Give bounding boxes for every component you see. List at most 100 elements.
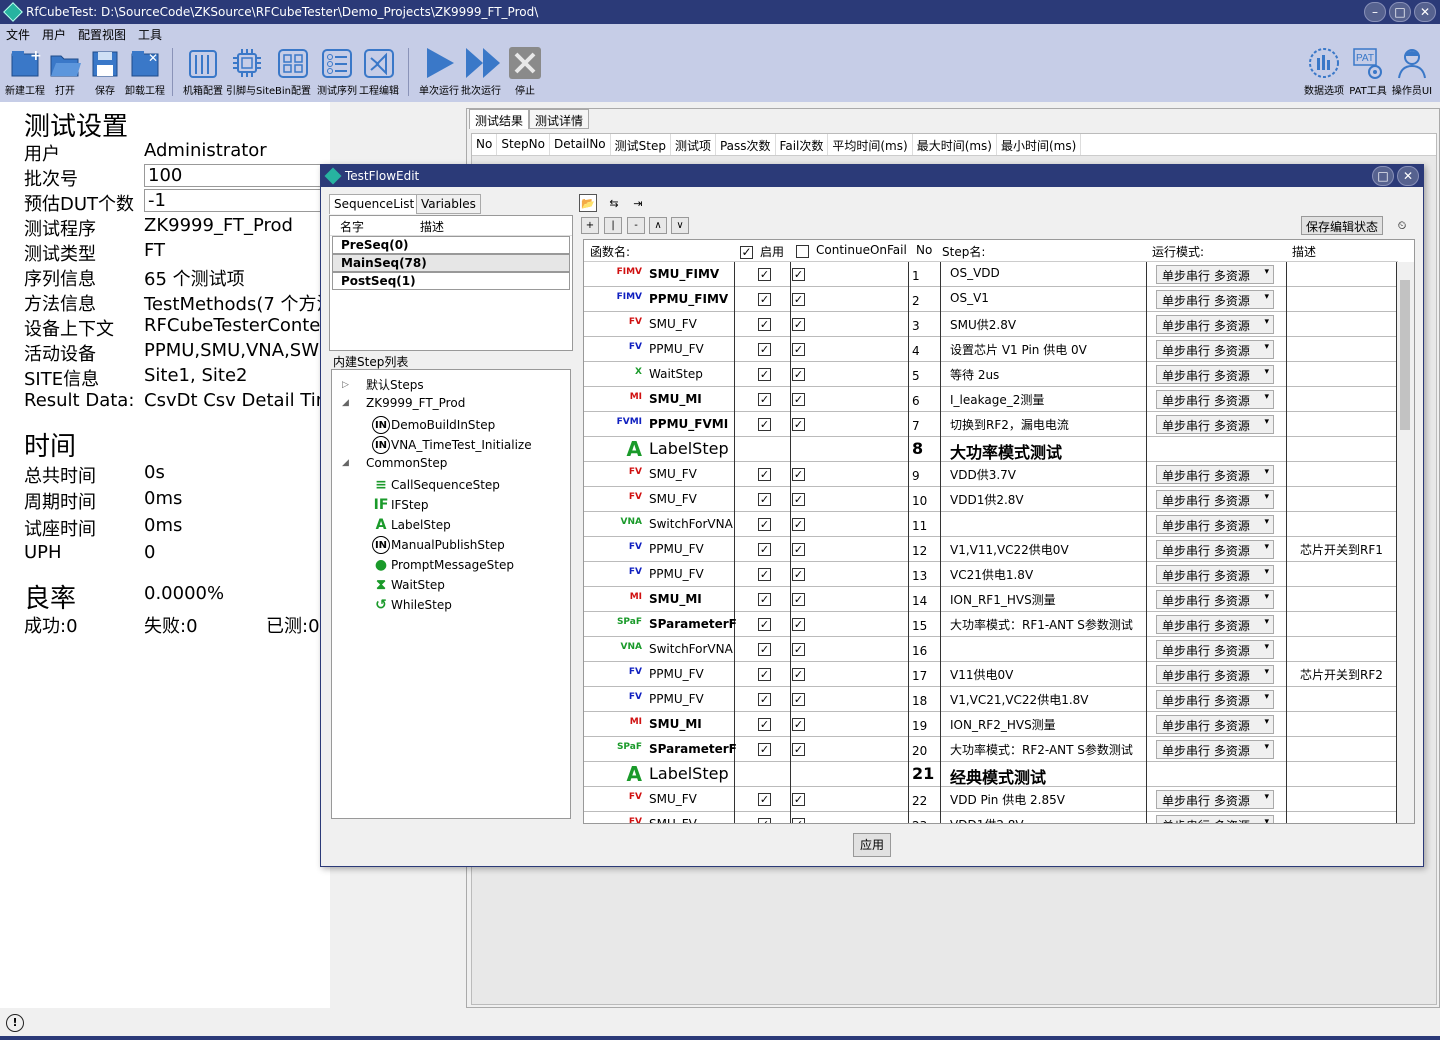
results-col-6[interactable]: Fail次数 bbox=[776, 134, 829, 155]
enable-checkbox[interactable]: ✓ bbox=[758, 493, 771, 506]
continue-on-fail-checkbox[interactable]: ✓ bbox=[792, 593, 805, 606]
close-button[interactable]: ✕ bbox=[1414, 2, 1436, 22]
dut-count-input[interactable]: -1 bbox=[144, 189, 330, 212]
run-mode-select[interactable]: 单步串行 多资源 ▾ bbox=[1156, 465, 1274, 484]
tree-node-commonstep[interactable]: ◢ CommonStep bbox=[342, 456, 447, 470]
scrollbar-thumb[interactable] bbox=[1400, 280, 1410, 430]
step-row[interactable]: MI SMU_MI ✓ ✓ 6 I_leakage_2测量 单步串行 多资源 ▾ bbox=[584, 387, 1398, 412]
step-name[interactable]: OS_VDD bbox=[950, 266, 1000, 280]
step-name[interactable]: VC21供电1.8V bbox=[950, 566, 1033, 583]
vertical-scrollbar[interactable] bbox=[1397, 262, 1414, 823]
enable-checkbox[interactable]: ✓ bbox=[758, 818, 771, 823]
step-row[interactable]: VNA SwitchForVNA ✓ ✓ 16 单步串行 多资源 ▾ bbox=[584, 637, 1398, 662]
tree-item-callsequencestep[interactable]: ≡ CallSequenceStep bbox=[372, 476, 500, 494]
step-description[interactable]: 芯片开关到RF2 bbox=[1300, 666, 1383, 683]
run-mode-select[interactable]: 单步串行 多资源 ▾ bbox=[1156, 415, 1274, 434]
step-row[interactable]: MI SMU_MI ✓ ✓ 14 ION_RF1_HVS测量 单步串行 多资源 ▾ bbox=[584, 587, 1398, 612]
step-name[interactable]: VDD供3.7V bbox=[950, 466, 1016, 483]
enable-checkbox[interactable]: ✓ bbox=[758, 668, 771, 681]
continue-on-fail-checkbox[interactable]: ✓ bbox=[792, 418, 805, 431]
continue-on-fail-checkbox[interactable]: ✓ bbox=[792, 793, 805, 806]
run-mode-select[interactable]: 单步串行 多资源 ▾ bbox=[1156, 390, 1274, 409]
run-mode-select[interactable]: 单步串行 多资源 ▾ bbox=[1156, 540, 1274, 559]
sequence-item-preseq[interactable]: PreSeq(0) bbox=[332, 236, 570, 254]
insert-step-button[interactable]: | bbox=[604, 217, 622, 234]
tree-item-demobuildinstep[interactable]: IN DemoBuildInStep bbox=[372, 416, 495, 434]
info-icon[interactable]: ! bbox=[6, 1014, 24, 1032]
save-button[interactable]: 保存 bbox=[84, 46, 126, 97]
data-options-button[interactable]: 数据选项 bbox=[1303, 46, 1345, 97]
step-row[interactable]: FV PPMU_FV ✓ ✓ 18 V1,VC21,VC22供电1.8V 单步串行 多资源 ▾ bbox=[584, 687, 1398, 712]
run-mode-select[interactable]: 单步串行 多资源 ▾ bbox=[1156, 640, 1274, 659]
continue-on-fail-checkbox[interactable]: ✓ bbox=[792, 818, 805, 823]
tab-variables[interactable]: Variables bbox=[416, 194, 481, 214]
step-row[interactable]: A LabelStep 8 大功率模式测试 bbox=[584, 437, 1398, 462]
dialog-maximize-button[interactable]: □ bbox=[1372, 166, 1394, 186]
dialog-close-button[interactable]: ✕ bbox=[1397, 166, 1419, 186]
step-row[interactable]: FV PPMU_FV ✓ ✓ 13 VC21供电1.8V 单步串行 多资源 ▾ bbox=[584, 562, 1398, 587]
step-name[interactable]: 大功率模式测试 bbox=[950, 439, 1062, 463]
tree-node-default-steps[interactable]: ▷ 默认Steps bbox=[342, 376, 424, 393]
move-up-button[interactable]: ∧ bbox=[649, 217, 667, 234]
minimize-button[interactable]: – bbox=[1364, 2, 1386, 22]
enable-checkbox[interactable]: ✓ bbox=[758, 693, 771, 706]
tree-item-ifstep[interactable]: IF IFStep bbox=[372, 496, 429, 514]
continue-on-fail-checkbox[interactable]: ✓ bbox=[792, 368, 805, 381]
run-mode-select[interactable]: 单步串行 多资源 ▾ bbox=[1156, 515, 1274, 534]
tab-test-details[interactable]: 测试详情 bbox=[529, 109, 590, 129]
batch-number-input[interactable]: 100 bbox=[144, 164, 330, 187]
bin-config-button[interactable]: Bin配置 bbox=[272, 46, 314, 97]
menu-file[interactable]: 文件 bbox=[0, 26, 36, 43]
sequence-item-mainseq[interactable]: MainSeq(78) bbox=[332, 254, 570, 272]
pat-tool-button[interactable]: PAT PAT工具 bbox=[1347, 46, 1389, 97]
run-mode-select[interactable]: 单步串行 多资源 ▾ bbox=[1156, 740, 1274, 759]
continue-on-fail-checkbox[interactable]: ✓ bbox=[792, 393, 805, 406]
operator-ui-button[interactable]: 操作员UI bbox=[1391, 46, 1433, 97]
step-row[interactable]: FV PPMU_FV ✓ ✓ 12 V1,V11,VC22供电0V 单步串行 多资源 ▾ 芯片开… bbox=[584, 537, 1398, 562]
continue-on-fail-checkbox[interactable]: ✓ bbox=[792, 718, 805, 731]
run-mode-select[interactable]: 单步串行 多资源 ▾ bbox=[1156, 290, 1274, 309]
maximize-button[interactable]: □ bbox=[1389, 2, 1411, 22]
run-mode-select[interactable]: 单步串行 多资源 ▾ bbox=[1156, 265, 1274, 284]
continue-on-fail-checkbox[interactable]: ✓ bbox=[792, 343, 805, 356]
continue-on-fail-checkbox[interactable]: ✓ bbox=[792, 293, 805, 306]
step-description[interactable]: 芯片开关到RF1 bbox=[1300, 541, 1383, 558]
continue-on-fail-checkbox[interactable]: ✓ bbox=[792, 618, 805, 631]
continue-on-fail-checkbox[interactable]: ✓ bbox=[792, 743, 805, 756]
remove-step-button[interactable]: - bbox=[627, 217, 645, 234]
new-project-button[interactable]: + 新建工程 bbox=[4, 46, 46, 97]
tab-test-results[interactable]: 测试结果 bbox=[469, 109, 530, 129]
tree-item-manualpublishstep[interactable]: IN ManualPublishStep bbox=[372, 536, 505, 554]
step-row[interactable]: A LabelStep 21 经典模式测试 bbox=[584, 762, 1398, 787]
tree-node-project[interactable]: ◢ ZK9999_FT_Prod bbox=[342, 396, 465, 410]
run-mode-select[interactable]: 单步串行 多资源 ▾ bbox=[1156, 715, 1274, 734]
step-row[interactable]: FV PPMU_FV ✓ ✓ 4 设置芯片 V1 Pin 供电 0V 单步串行 多资源 ▾ bbox=[584, 337, 1398, 362]
results-col-3[interactable]: 测试Step bbox=[611, 134, 671, 155]
enable-checkbox[interactable]: ✓ bbox=[758, 343, 771, 356]
tree-item-vna-timetest[interactable]: IN VNA_TimeTest_Initialize bbox=[372, 436, 532, 454]
continue-on-fail-checkbox[interactable]: ✓ bbox=[792, 493, 805, 506]
step-row[interactable]: X WaitStep ✓ ✓ 5 等待 2us 单步串行 多资源 ▾ bbox=[584, 362, 1398, 387]
continue-on-fail-checkbox[interactable]: ✓ bbox=[792, 318, 805, 331]
step-row[interactable]: FV SMU_FV ✓ ✓ 9 VDD供3.7V 单步串行 多资源 ▾ bbox=[584, 462, 1398, 487]
run-mode-select[interactable]: 单步串行 多资源 ▾ bbox=[1156, 565, 1274, 584]
menu-config-view[interactable]: 配置视图 bbox=[72, 26, 132, 43]
export-icon[interactable]: ⇥ bbox=[629, 194, 647, 212]
results-col-1[interactable]: StepNo bbox=[497, 134, 550, 155]
step-name[interactable]: OS_V1 bbox=[950, 291, 989, 305]
apply-button[interactable]: 应用 bbox=[853, 833, 891, 857]
continue-on-fail-checkbox[interactable]: ✓ bbox=[792, 568, 805, 581]
open-folder-icon[interactable]: 📂 bbox=[579, 194, 597, 212]
run-mode-select[interactable]: 单步串行 多资源 ▾ bbox=[1156, 615, 1274, 634]
step-row[interactable]: FV SMU_FV ✓ ✓ 23 VDD1供2.8V 单步串行 多资源 ▾ bbox=[584, 812, 1398, 823]
step-name[interactable]: SMU供2.8V bbox=[950, 316, 1016, 333]
sequence-item-postseq[interactable]: PostSeq(1) bbox=[332, 272, 570, 290]
step-row[interactable]: FVMI PPMU_FVMI ✓ ✓ 7 切换到RF2，漏电电流 单步串行 多资源 ▾ bbox=[584, 412, 1398, 437]
step-row[interactable]: FIMV PPMU_FIMV ✓ ✓ 2 OS_V1 单步串行 多资源 ▾ bbox=[584, 287, 1398, 312]
save-edit-state-button[interactable]: 保存编辑状态 bbox=[1301, 216, 1384, 235]
enable-checkbox[interactable]: ✓ bbox=[758, 643, 771, 656]
results-col-5[interactable]: Pass次数 bbox=[716, 134, 776, 155]
run-mode-select[interactable]: 单步串行 多资源 ▾ bbox=[1156, 315, 1274, 334]
results-col-9[interactable]: 最小时间(ms) bbox=[997, 134, 1082, 155]
step-row[interactable]: SPaF SParameterF ✓ ✓ 15 大功率模式：RF1-ANT S参数测试 单步… bbox=[584, 612, 1398, 637]
